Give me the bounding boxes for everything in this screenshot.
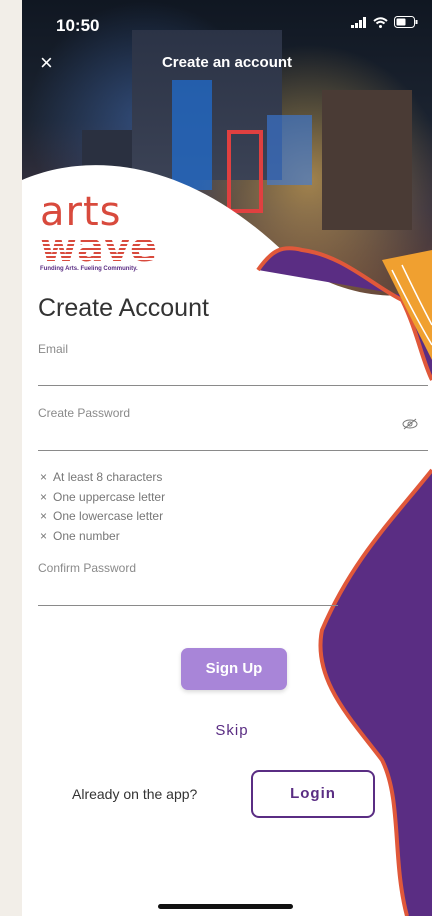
rule-item: × One lowercase letter bbox=[40, 507, 165, 527]
system-icons bbox=[351, 16, 418, 28]
status-bar: 10:50 bbox=[22, 0, 432, 44]
confirm-password-field[interactable] bbox=[38, 580, 402, 604]
artswave-logo: arts wave Funding Arts. Fueling Communit… bbox=[40, 192, 157, 272]
confirm-password-label: Confirm Password bbox=[38, 561, 137, 575]
password-rules: × At least 8 characters × One uppercase le… bbox=[40, 468, 165, 546]
email-field[interactable] bbox=[38, 360, 402, 384]
rule-item: × One uppercase letter bbox=[40, 488, 165, 508]
page-title: Create Account bbox=[38, 294, 209, 322]
header-bar: × Create an account bbox=[22, 50, 432, 80]
home-indicator bbox=[158, 904, 293, 909]
x-icon: × bbox=[40, 528, 48, 543]
rule-text: One number bbox=[53, 528, 120, 543]
app-screen: 10:50 × Create an account arts wave Fund… bbox=[22, 0, 432, 916]
password-underline bbox=[38, 450, 428, 451]
x-icon: × bbox=[40, 470, 48, 484]
rule-text: One lowercase letter bbox=[53, 509, 164, 523]
rule-item: × One number bbox=[40, 527, 165, 547]
signal-icon bbox=[351, 16, 366, 28]
email-label: Email bbox=[38, 342, 69, 356]
screen-title: Create an account bbox=[161, 54, 293, 71]
eye-off-icon[interactable] bbox=[402, 418, 418, 433]
logo-wave-text: wave bbox=[40, 225, 158, 271]
rule-text: One uppercase letter bbox=[53, 489, 166, 504]
status-time: 10:50 bbox=[56, 16, 100, 35]
skip-link[interactable]: Skip bbox=[202, 722, 262, 739]
password-field[interactable] bbox=[38, 425, 402, 449]
rule-item: × At least 8 characters bbox=[40, 468, 165, 488]
login-button[interactable]: Login bbox=[251, 770, 375, 818]
x-icon: × bbox=[40, 489, 48, 504]
already-on-app-text: Already on the app? bbox=[72, 786, 198, 802]
confirm-password-underline bbox=[38, 605, 338, 606]
email-underline bbox=[38, 385, 428, 386]
battery-icon bbox=[394, 16, 418, 28]
x-icon: × bbox=[40, 509, 48, 523]
sign-up-button[interactable]: Sign Up bbox=[181, 648, 287, 690]
wifi-icon bbox=[373, 16, 388, 28]
rule-text: At least 8 characters bbox=[53, 470, 163, 484]
password-label: Create Password bbox=[38, 406, 131, 420]
